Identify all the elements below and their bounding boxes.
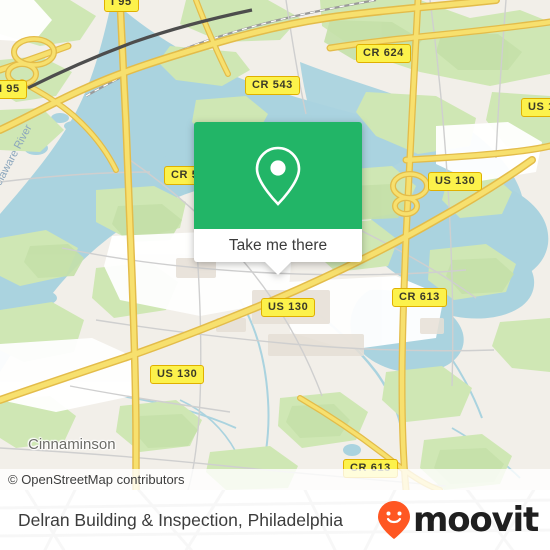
popup-header bbox=[194, 122, 362, 229]
osm-attribution[interactable]: © OpenStreetMap contributors bbox=[0, 469, 550, 490]
moovit-smiley-pin-icon bbox=[377, 501, 410, 539]
road-shield-cr-543-north[interactable]: CR 543 bbox=[245, 76, 300, 95]
road-shield-cr-613-east[interactable]: CR 613 bbox=[392, 288, 447, 307]
place-label-cinnaminson: Cinnaminson bbox=[28, 436, 116, 453]
map-canvas[interactable]: Delaware River Cinnaminson I 95 I 95 CR … bbox=[0, 0, 550, 490]
road-shield-us-130-southwest[interactable]: US 130 bbox=[150, 365, 205, 384]
popup-tail-pointer bbox=[265, 262, 291, 275]
map-pin-icon bbox=[255, 146, 301, 206]
road-shield-us-130-center[interactable]: US 130 bbox=[261, 298, 316, 317]
road-shield-us-130-east[interactable]: US 130 bbox=[428, 172, 483, 191]
footer-bar: Delran Building & Inspection, Philadelph… bbox=[0, 490, 550, 550]
road-shield-cr-624[interactable]: CR 624 bbox=[356, 44, 411, 63]
moovit-wordmark: moovit bbox=[412, 500, 539, 540]
road-shield-i-95[interactable]: I 95 bbox=[0, 80, 27, 99]
place-title: Delran Building & Inspection, Philadelph… bbox=[18, 510, 343, 530]
popup-action-bar[interactable]: Take me there bbox=[194, 229, 362, 262]
destination-popup[interactable]: Take me there bbox=[194, 122, 362, 275]
moovit-brand-logo[interactable]: moovit bbox=[377, 490, 539, 550]
road-shield-i-95-north[interactable]: I 95 bbox=[104, 0, 139, 12]
moovit-map-screenshot: Delaware River Cinnaminson I 95 I 95 CR … bbox=[0, 0, 550, 550]
take-me-there-label: Take me there bbox=[228, 236, 328, 254]
road-shield-us-130-northeast[interactable]: US 130 bbox=[521, 98, 550, 117]
